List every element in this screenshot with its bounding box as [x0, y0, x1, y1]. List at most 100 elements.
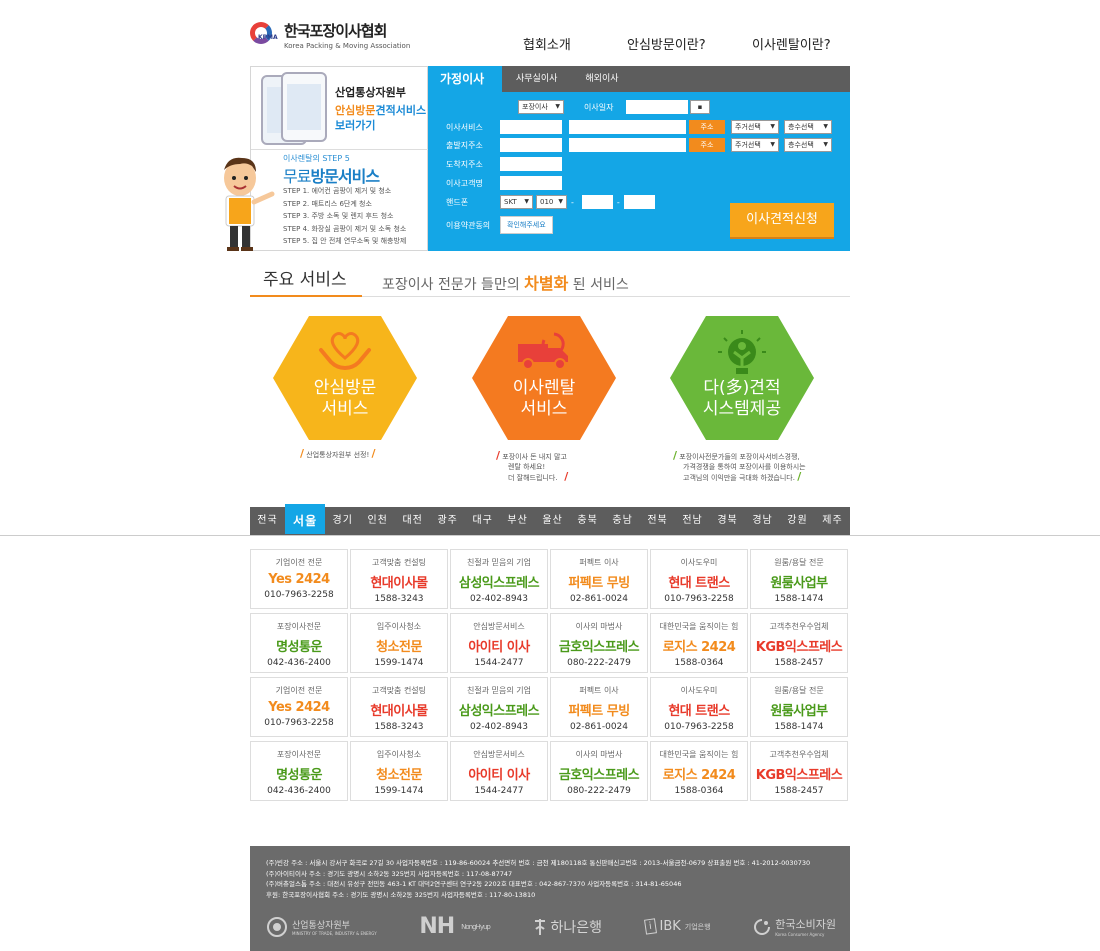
service-rental[interactable]: 이사렌탈 서비스 [472, 316, 616, 444]
customer-name-input[interactable] [500, 176, 562, 190]
company-card[interactable]: 포장이사전문 명성통운 042-436-2400 [250, 613, 348, 673]
partner-hana[interactable]: 하나은행 [533, 917, 602, 937]
region-tab[interactable]: 경남 [745, 507, 780, 535]
tab-home-move[interactable]: 가정이사 [428, 66, 502, 92]
gov-title: 산업통상자원부 [335, 86, 406, 99]
company-name: KGB익스프레스 [755, 640, 843, 655]
floor-select[interactable]: 층수선택 ▼ [784, 120, 832, 134]
departure-zip-input[interactable] [500, 138, 562, 152]
region-tab[interactable]: 제주 [815, 507, 850, 535]
company-card[interactable]: 퍼펙트 이사 퍼펙트 무빙 02-861-0024 [550, 677, 648, 737]
company-card[interactable]: 안심방문서비스 아이티 이사 1544-2477 [450, 613, 548, 673]
region-tab[interactable]: 강원 [780, 507, 815, 535]
company-tagline: 포장이사전문 [276, 622, 322, 631]
carrier-select[interactable]: SKT ▼ [500, 195, 533, 209]
nav-about[interactable]: 협회소개 [523, 34, 627, 53]
partner-kca[interactable]: 한국소비자원 Korea Consumer Agency [753, 916, 836, 937]
company-card[interactable]: 입주이사청소 청소전문 1599-1474 [350, 613, 448, 673]
phone-prefix-select[interactable]: 010 ▼ [536, 195, 567, 209]
company-card[interactable]: 원룸/용달 전문 원룸사업부 1588-1474 [750, 549, 848, 609]
phone-mid-input[interactable] [581, 195, 613, 209]
company-tagline: 원룸/용달 전문 [774, 686, 824, 695]
company-card[interactable]: 고객추천우수업체 KGB익스프레스 1588-2457 [750, 613, 848, 673]
region-tab[interactable]: 전북 [640, 507, 675, 535]
region-tab[interactable]: 충북 [570, 507, 605, 535]
estimate-submit-button[interactable]: 이사견적신청 [730, 203, 834, 237]
partner-ibk[interactable]: i IBK 기업은행 [643, 918, 711, 935]
company-card[interactable]: 이사의 마법사 금호익스프레스 080-222-2479 [550, 613, 648, 673]
phone-label: 핸드폰 [446, 197, 469, 207]
service-zip-input[interactable] [500, 120, 562, 134]
region-tab[interactable]: 경기 [325, 507, 360, 535]
phone-last-input[interactable] [623, 195, 655, 209]
company-card[interactable]: 기업이전 전문 Yes 2424 010-7963-2258 [250, 549, 348, 609]
region-tab[interactable]: 대전 [395, 507, 430, 535]
gov-estimate-link[interactable]: 안심방문견적서비스 보러가기 [335, 103, 426, 133]
company-card[interactable]: 고객맞춤 컨설팅 현대이사몰 1588-3243 [350, 677, 448, 737]
services-heading: 주요 서비스 포장이사 전문가 들만의 차별화 된 서비스 [250, 265, 850, 297]
company-card[interactable]: 친절과 믿음의 기업 삼성익스프레스 02-402-8943 [450, 677, 548, 737]
move-type-select[interactable]: 포장이사 ▼ [518, 100, 564, 114]
departure-address-input[interactable] [569, 138, 686, 152]
region-tab[interactable]: 경북 [710, 507, 745, 535]
company-card[interactable]: 대한민국을 움직이는 힘 로지스 2424 1588-0364 [650, 613, 748, 673]
region-tab[interactable]: 부산 [500, 507, 535, 535]
region-tab-active[interactable]: 서울 [284, 504, 326, 534]
company-tagline: 고객추천우수업체 [769, 622, 829, 631]
company-card[interactable]: 고객추천우수업체 KGB익스프레스 1588-2457 [750, 741, 848, 801]
company-card[interactable]: 이사의 마법사 금호익스프레스 080-222-2479 [550, 741, 648, 801]
arrival-input[interactable] [500, 157, 562, 171]
service-safe-visit[interactable]: 안심방문 서비스 [273, 316, 417, 444]
region-tab[interactable]: 인천 [360, 507, 395, 535]
nav-safe-visit[interactable]: 안심방문이란? [627, 34, 752, 53]
company-name: 로지스 2424 [662, 640, 736, 655]
company-tagline: 안심방문서비스 [473, 622, 525, 631]
company-tagline: 기업이전 전문 [275, 686, 323, 695]
service-address-input[interactable] [569, 120, 686, 134]
tab-office-move[interactable]: 사무실이사 [502, 66, 571, 92]
company-tagline: 이사의 마법사 [575, 750, 623, 759]
company-tagline: 이사도우미 [680, 686, 718, 695]
house-select[interactable]: 주거선택 ▼ [731, 120, 779, 134]
company-phone: 1544-2477 [474, 786, 524, 796]
region-tab[interactable]: 광주 [430, 507, 465, 535]
company-card[interactable]: 이사도우미 현대 트랜스 010-7963-2258 [650, 677, 748, 737]
partner-nh[interactable]: NH NongHyup [419, 914, 491, 939]
region-tab[interactable]: 대구 [465, 507, 500, 535]
company-card[interactable]: 포장이사전문 명성통운 042-436-2400 [250, 741, 348, 801]
calendar-icon[interactable]: ▪ [690, 100, 710, 114]
departure-address-button[interactable]: 주소 [689, 138, 725, 152]
site-logo[interactable]: KPMA 한국포장이사협회 Korea Packing & Moving Ass… [250, 20, 410, 50]
company-card[interactable]: 고객맞춤 컨설팅 현대이사몰 1588-3243 [350, 549, 448, 609]
company-phone: 042-436-2400 [267, 658, 331, 668]
service-multi-estimate[interactable]: 다(多)견적 시스템제공 [670, 316, 814, 444]
company-card[interactable]: 기업이전 전문 Yes 2424 010-7963-2258 [250, 677, 348, 737]
date-label: 이사일자 [584, 102, 614, 112]
region-tab[interactable]: 전남 [675, 507, 710, 535]
service-address-button[interactable]: 주소 [689, 120, 725, 134]
company-phone: 1588-2457 [774, 786, 824, 796]
steps-list: STEP 1. 에어컨 곰팡이 제거 및 청소 STEP 2. 매트리스 6단계… [283, 185, 406, 248]
company-card[interactable]: 입주이사청소 청소전문 1599-1474 [350, 741, 448, 801]
company-card[interactable]: 퍼펙트 이사 퍼펙트 무빙 02-861-0024 [550, 549, 648, 609]
consumer-agency-icon [754, 918, 771, 935]
company-phone: 080-222-2479 [567, 786, 631, 796]
region-tab[interactable]: 충남 [605, 507, 640, 535]
terms-confirm-button[interactable]: 확인해주세요 [500, 216, 553, 234]
region-tab[interactable]: 울산 [535, 507, 570, 535]
nav-rental[interactable]: 이사렌탈이란? [752, 34, 831, 53]
company-tagline: 이사의 마법사 [575, 622, 623, 631]
departure-house-select[interactable]: 주거선택 ▼ [731, 138, 779, 152]
company-card[interactable]: 친절과 믿음의 기업 삼성익스프레스 02-402-8943 [450, 549, 548, 609]
company-card[interactable]: 원룸/용달 전문 원룸사업부 1588-1474 [750, 677, 848, 737]
region-tab[interactable]: 전국 [250, 507, 285, 535]
company-phone: 1599-1474 [374, 786, 424, 796]
footer-line: (주)버츄얼스톰 주소 : 대전시 유성구 전민동 463-1 KT 대덕2연구… [266, 880, 682, 888]
date-input[interactable] [626, 100, 688, 114]
company-card[interactable]: 이사도우미 현대 트랜스 010-7963-2258 [650, 549, 748, 609]
company-card[interactable]: 대한민국을 움직이는 힘 로지스 2424 1588-0364 [650, 741, 748, 801]
departure-floor-select[interactable]: 층수선택 ▼ [784, 138, 832, 152]
tab-overseas-move[interactable]: 해외이사 [571, 66, 632, 92]
company-card[interactable]: 안심방문서비스 아이티 이사 1544-2477 [450, 741, 548, 801]
partner-motie[interactable]: 산업통상자원부 MINISTRY OF TRADE, INDUSTRY & ENE… [266, 916, 377, 938]
